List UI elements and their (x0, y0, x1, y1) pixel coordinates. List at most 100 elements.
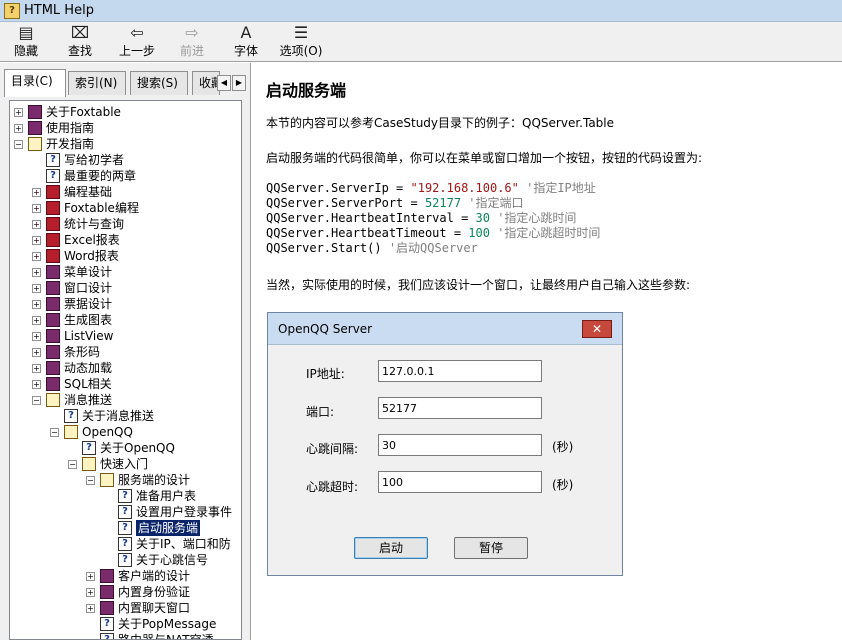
expand-icon[interactable]: + (32, 316, 41, 325)
tab-search[interactable]: 搜索(S) (130, 71, 188, 95)
expand-icon[interactable]: + (32, 284, 41, 293)
options-button-label: 选项(O) (279, 44, 323, 58)
tree-node-label: 关于Foxtable (46, 105, 121, 119)
expand-icon[interactable]: + (32, 236, 41, 245)
tree-node[interactable]: − 消息推送 (10, 392, 240, 408)
help-page-icon: ? (118, 537, 132, 551)
expand-icon[interactable]: + (86, 572, 95, 581)
tree-node[interactable]: + 菜单设计 (10, 264, 240, 280)
tree-node-label: 关于心跳信号 (136, 553, 209, 567)
help-page-icon: ? (118, 553, 132, 567)
expand-icon[interactable]: + (32, 268, 41, 277)
tree-node[interactable]: ? 关于IP、端口和防 (10, 536, 240, 552)
tree-node[interactable]: ? 关于心跳信号 (10, 552, 240, 568)
expand-icon[interactable]: + (32, 300, 41, 309)
tree-node[interactable]: ? 路由器与NAT穿透 (10, 632, 240, 640)
tab-favorites[interactable]: 收藏 (192, 71, 220, 95)
tree-node-label: Foxtable编程 (64, 201, 139, 215)
book-icon (46, 361, 60, 375)
tree-node[interactable]: ? 启动服务端 (10, 520, 240, 536)
font-button[interactable]: A 字体 (230, 24, 262, 60)
tree-node[interactable]: + 窗口设计 (10, 280, 240, 296)
collapse-icon[interactable]: − (86, 476, 95, 485)
back-button[interactable]: ⇦ 上一步 (116, 24, 158, 60)
tree-node[interactable]: + 生成图表 (10, 312, 240, 328)
expand-icon[interactable]: + (14, 124, 23, 133)
closing-paragraph: 当然，实际使用的时候，我们应该设计一个窗口，让最终用户自己输入这些参数: (266, 278, 691, 292)
tree-node[interactable]: − 服务端的设计 (10, 472, 240, 488)
help-page-icon: ? (82, 441, 96, 455)
tree-node[interactable]: + 统计与查询 (10, 216, 240, 232)
expand-icon[interactable]: + (32, 188, 41, 197)
tree-node[interactable]: + Foxtable编程 (10, 200, 240, 216)
forward-button[interactable]: ⇨ 前进 (176, 24, 208, 60)
tree-node[interactable]: + 内置身份验证 (10, 584, 240, 600)
expand-icon[interactable]: + (32, 348, 41, 357)
tab-scroll-right-icon[interactable]: ▶ (232, 75, 246, 91)
tree-node[interactable]: + 客户端的设计 (10, 568, 240, 584)
tree-node[interactable]: ? 关于消息推送 (10, 408, 240, 424)
tree-node[interactable]: + ListView (10, 328, 240, 344)
help-page-icon: ? (46, 169, 60, 183)
tree-node[interactable]: − 快速入门 (10, 456, 240, 472)
heartbeat-interval-field[interactable] (378, 434, 542, 456)
tab-scroll-left-icon[interactable]: ◀ (217, 75, 231, 91)
help-page-icon: ? (46, 153, 60, 167)
book-icon (100, 601, 114, 615)
tree-node[interactable]: + SQL相关 (10, 376, 240, 392)
tree-node[interactable]: ? 最重要的两章 (10, 168, 240, 184)
tree-node[interactable]: + 票据设计 (10, 296, 240, 312)
tree-node[interactable]: ? 写给初学者 (10, 152, 240, 168)
collapse-icon[interactable]: − (50, 428, 59, 437)
book-icon (100, 569, 114, 583)
tree-node[interactable]: ? 关于OpenQQ (10, 440, 240, 456)
tree-node[interactable]: + Excel报表 (10, 232, 240, 248)
contents-tree[interactable]: + 关于Foxtable + 使用指南 − 开发指南? 写给初学者? 最重要的两章 + 编程基础 +… (9, 100, 242, 640)
expand-icon[interactable]: + (14, 108, 23, 117)
tree-node[interactable]: ? 关于PopMessage (10, 616, 240, 632)
tree-node-label: 设置用户登录事件 (136, 505, 233, 519)
tree-node[interactable]: + Word报表 (10, 248, 240, 264)
close-icon[interactable]: ✕ (582, 320, 612, 338)
tab-index[interactable]: 索引(N) (68, 71, 126, 95)
tree-node[interactable]: + 关于Foxtable (10, 104, 240, 120)
expand-icon[interactable]: + (32, 380, 41, 389)
tree-node-label: 使用指南 (46, 121, 95, 135)
options-button[interactable]: ☰ 选项(O) (278, 24, 324, 60)
tree-node[interactable]: − 开发指南 (10, 136, 240, 152)
pause-button[interactable]: 暂停 (454, 537, 528, 559)
collapse-icon[interactable]: − (32, 396, 41, 405)
tree-node[interactable]: + 使用指南 (10, 120, 240, 136)
collapse-icon[interactable]: − (68, 460, 77, 469)
start-button[interactable]: 启动 (354, 537, 428, 559)
open-book-icon (46, 393, 60, 407)
tree-node-label: 路由器与NAT穿透 (118, 633, 214, 640)
tree-node[interactable]: ? 设置用户登录事件 (10, 504, 240, 520)
help-page-icon: ? (118, 489, 132, 503)
expand-icon[interactable]: + (32, 252, 41, 261)
tree-node[interactable]: + 动态加载 (10, 360, 240, 376)
ip-address-field[interactable] (378, 360, 542, 382)
tree-node[interactable]: + 内置聊天窗口 (10, 600, 240, 616)
open-book-icon (64, 425, 78, 439)
heartbeat-timeout-field[interactable] (378, 471, 542, 493)
find-button[interactable]: ⌧ 查找 (64, 24, 96, 60)
hide-button[interactable]: ▤ 隐藏 (10, 24, 42, 60)
expand-icon[interactable]: + (32, 204, 41, 213)
expand-icon[interactable]: + (32, 332, 41, 341)
expand-icon[interactable]: + (32, 220, 41, 229)
collapse-icon[interactable]: − (14, 140, 23, 149)
tree-node-label: 最重要的两章 (64, 169, 137, 183)
port-label: 端口: (306, 405, 335, 419)
expand-icon[interactable]: + (32, 364, 41, 373)
tree-node[interactable]: + 条形码 (10, 344, 240, 360)
tree-node[interactable]: − OpenQQ (10, 424, 240, 440)
expand-icon[interactable]: + (86, 588, 95, 597)
tree-node[interactable]: ? 准备用户表 (10, 488, 240, 504)
tree-node[interactable]: + 编程基础 (10, 184, 240, 200)
book-icon (46, 345, 60, 359)
tab-contents[interactable]: 目录(C) (4, 69, 66, 97)
window-title: HTML Help (24, 3, 94, 18)
port-field[interactable] (378, 397, 542, 419)
expand-icon[interactable]: + (86, 604, 95, 613)
